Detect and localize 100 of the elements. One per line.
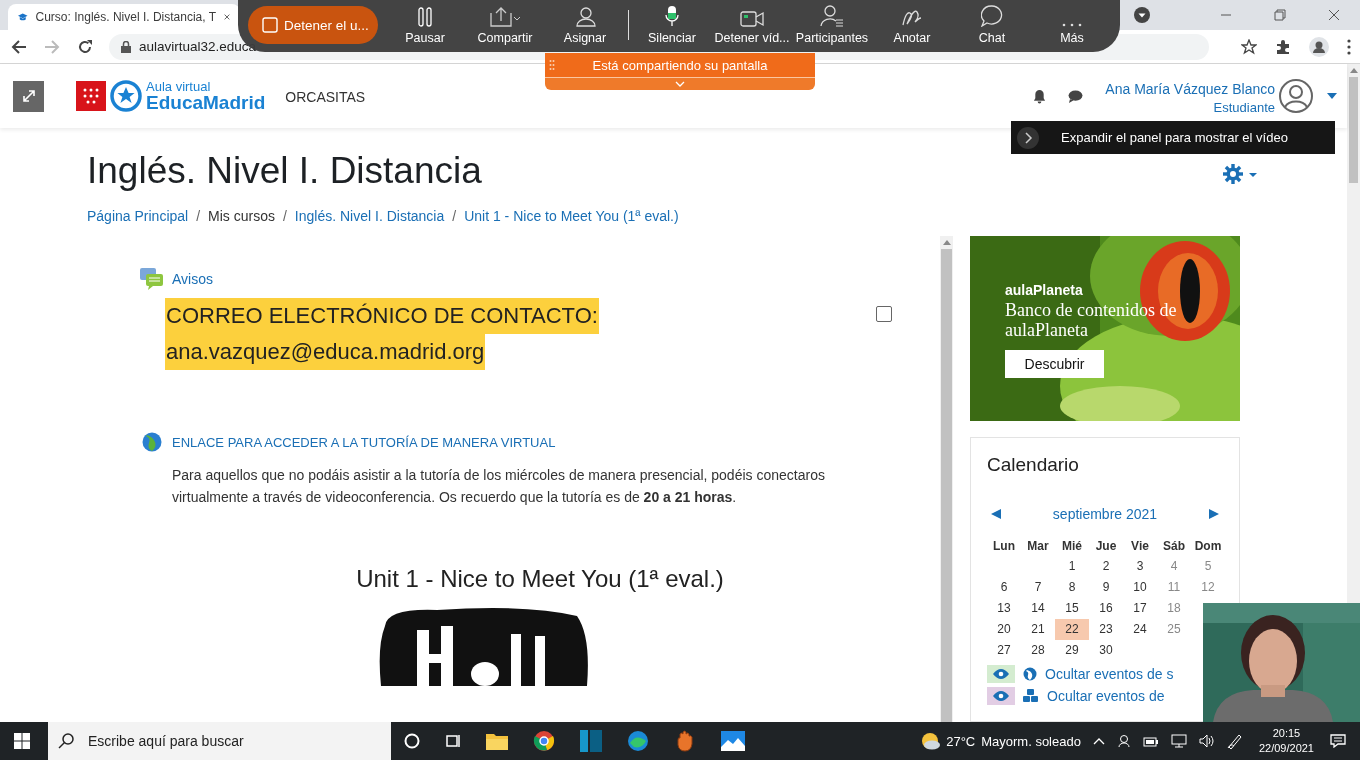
- browser-tab[interactable]: Curso: Inglés. Nivel I. Distancia, T: [8, 4, 240, 30]
- image-icon[interactable]: [721, 731, 745, 751]
- toolbar-button[interactable]: Compartir: [465, 1, 545, 49]
- calendar-day[interactable]: 16: [1089, 598, 1123, 619]
- site-link[interactable]: ORCASITAS: [285, 89, 366, 105]
- calendar-day[interactable]: 30: [1089, 640, 1123, 661]
- ad-headline: Banco de contenidos de aulaPlaneta: [1005, 300, 1178, 340]
- calendar-day[interactable]: 8: [1055, 577, 1089, 598]
- people-icon[interactable]: [1116, 734, 1131, 748]
- scroll-up-icon[interactable]: [1349, 68, 1358, 73]
- calendar-day[interactable]: 17: [1123, 598, 1157, 619]
- calendar-day[interactable]: 29: [1055, 640, 1089, 661]
- circle-icon[interactable]: [404, 733, 420, 749]
- close-icon[interactable]: [224, 12, 230, 22]
- calendar-day[interactable]: 27: [987, 640, 1021, 661]
- chevron-up-icon[interactable]: [1092, 737, 1105, 745]
- avatar-icon[interactable]: [1279, 79, 1313, 113]
- panel-icon[interactable]: [580, 730, 602, 752]
- calendar-day[interactable]: 24: [1123, 619, 1157, 640]
- settings-icon[interactable]: [1223, 164, 1257, 184]
- back-icon[interactable]: [11, 38, 27, 55]
- calendar-day[interactable]: 2: [1089, 556, 1123, 577]
- wave-icon[interactable]: [627, 730, 649, 752]
- chevron-icon[interactable]: [1017, 126, 1039, 149]
- user-name[interactable]: Ana María Vázquez Blanco: [1105, 79, 1275, 99]
- calendar-day[interactable]: 5: [1191, 556, 1225, 577]
- url-link[interactable]: ENLACE PARA ACCEDER A LA TUTORÍA DE MANERA VIRTUAL: [172, 434, 556, 450]
- notification-icon[interactable]: [1330, 734, 1346, 748]
- expand-button[interactable]: [13, 80, 44, 112]
- calendar-day[interactable]: 14: [1021, 598, 1055, 619]
- calendar-day[interactable]: 3: [1123, 556, 1157, 577]
- scroll-up-icon[interactable]: [942, 240, 951, 245]
- calendar-day[interactable]: 15: [1055, 598, 1089, 619]
- calendar-day[interactable]: 28: [1021, 640, 1055, 661]
- scrollbar-thumb[interactable]: [1349, 77, 1358, 183]
- speaker-icon[interactable]: [1198, 734, 1215, 748]
- browser-icon[interactable]: [533, 730, 555, 752]
- scrollbar[interactable]: [1347, 64, 1360, 603]
- calendar-day[interactable]: 7: [1021, 577, 1055, 598]
- toolbar-button[interactable]: Asignar: [545, 1, 625, 49]
- month-link[interactable]: septiembre 2021: [1052, 506, 1158, 522]
- toolbar-button[interactable]: Participantes: [792, 1, 872, 49]
- visibility-toggle[interactable]: [987, 665, 1015, 683]
- folder-icon[interactable]: [486, 732, 508, 750]
- next-icon[interactable]: [1209, 509, 1219, 519]
- stop-share-button[interactable]: Detener el u...: [248, 6, 378, 44]
- calendar-day[interactable]: 13: [987, 598, 1021, 619]
- forum-link[interactable]: Avisos: [172, 271, 213, 287]
- calendar-day[interactable]: 18: [1157, 598, 1191, 619]
- search-field[interactable]: Escribe aquí para buscar: [48, 722, 391, 760]
- grip-icon[interactable]: [549, 59, 555, 71]
- completion-checkbox[interactable]: [876, 306, 892, 322]
- task-view-icon[interactable]: [445, 733, 461, 749]
- calendar-day[interactable]: 11: [1157, 577, 1191, 598]
- filter-link[interactable]: Ocultar eventos de s: [1045, 666, 1174, 682]
- star-icon[interactable]: [1241, 38, 1257, 55]
- bell-icon[interactable]: [1033, 88, 1047, 104]
- hand-icon[interactable]: [674, 730, 696, 752]
- pen-icon[interactable]: [1226, 733, 1243, 749]
- previous-icon[interactable]: [991, 509, 1001, 519]
- clock-time[interactable]: 20:15: [1272, 726, 1301, 741]
- toolbar-button[interactable]: Más: [1032, 1, 1112, 49]
- breadcrumb-item[interactable]: Inglés. Nivel I. Distancia: [294, 208, 445, 224]
- network-icon[interactable]: [1170, 734, 1187, 748]
- clock-date[interactable]: 22/09/2021: [1258, 741, 1314, 756]
- caret-icon[interactable]: [1327, 93, 1337, 99]
- filter-link[interactable]: Ocultar eventos de: [1047, 688, 1165, 704]
- calendar-day[interactable]: 22: [1055, 619, 1089, 640]
- battery-icon[interactable]: [1142, 735, 1159, 747]
- breadcrumb-item[interactable]: Página Principal: [87, 208, 189, 224]
- reload-icon[interactable]: [77, 38, 93, 55]
- toolbar-button[interactable]: Anotar: [872, 1, 952, 49]
- dropdown-icon[interactable]: [1134, 7, 1150, 23]
- calendar-day[interactable]: 23: [1089, 619, 1123, 640]
- breadcrumb-item[interactable]: Unit 1 - Nice to Meet You (1ª eval.): [464, 208, 679, 224]
- sun-icon[interactable]: [920, 731, 941, 751]
- menu-icon[interactable]: [1347, 38, 1351, 55]
- calendar-day[interactable]: 21: [1021, 619, 1055, 640]
- toolbar-button[interactable]: Chat: [952, 1, 1032, 49]
- chevron-down-icon[interactable]: [675, 81, 685, 87]
- chat-icon[interactable]: [1068, 89, 1084, 103]
- calendar-day[interactable]: 9: [1089, 577, 1123, 598]
- toolbar-button[interactable]: Silenciar: [632, 1, 712, 49]
- visibility-toggle[interactable]: [987, 687, 1015, 705]
- restore-icon[interactable]: [1274, 9, 1286, 21]
- close-icon[interactable]: [1328, 9, 1340, 21]
- profile-icon[interactable]: [1309, 36, 1329, 57]
- calendar-day[interactable]: 20: [987, 619, 1021, 640]
- start-icon[interactable]: [14, 733, 30, 749]
- toolbar-button[interactable]: Detener víd...: [712, 1, 792, 49]
- calendar-day[interactable]: 10: [1123, 577, 1157, 598]
- calendar-day[interactable]: 25: [1157, 619, 1191, 640]
- calendar-day[interactable]: 1: [1055, 556, 1089, 577]
- calendar-day[interactable]: 4: [1157, 556, 1191, 577]
- calendar-day[interactable]: 12: [1191, 577, 1225, 598]
- calendar-day[interactable]: 6: [987, 577, 1021, 598]
- discover-button[interactable]: Descubrir: [1005, 350, 1104, 378]
- puzzle-icon[interactable]: [1275, 38, 1291, 55]
- scrollbar[interactable]: [940, 236, 953, 722]
- toolbar-button[interactable]: Pausar: [385, 1, 465, 49]
